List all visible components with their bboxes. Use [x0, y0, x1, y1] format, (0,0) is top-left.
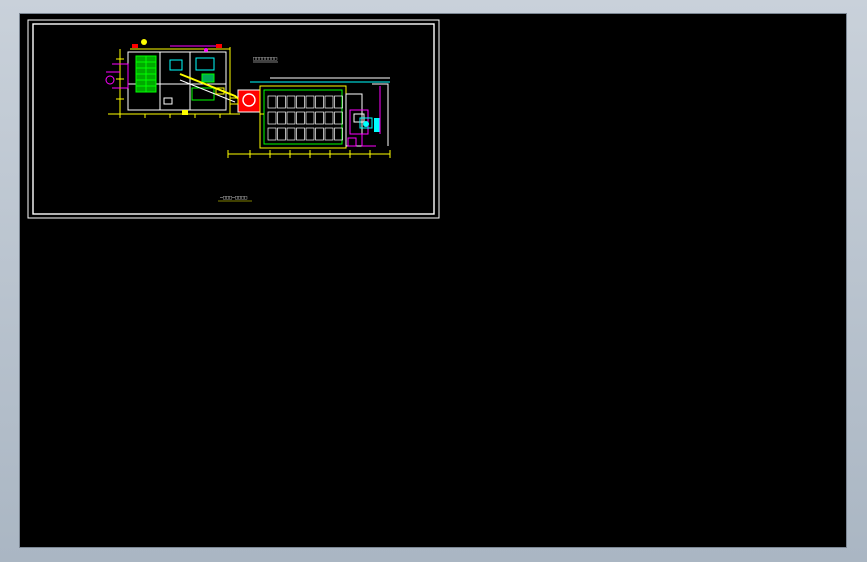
tank-cell — [324, 95, 334, 109]
right-side-equipment — [347, 83, 389, 147]
tank-cell — [324, 127, 334, 141]
red-head-unit — [229, 89, 261, 113]
tank-cell — [315, 95, 324, 109]
tank-cell — [305, 127, 315, 141]
model-space-viewport[interactable]: □□□□□□□□ —□□□—□□□□ — [20, 14, 846, 547]
tank-cell — [305, 95, 315, 109]
tank-cell — [296, 127, 305, 141]
tank-cell — [267, 111, 277, 125]
tank-cell-grid — [267, 95, 343, 141]
tank-cell — [296, 111, 305, 125]
cad-drawing-canvas[interactable]: □□□□□□□□ —□□□—□□□□ — [20, 14, 846, 547]
tank-cell — [334, 95, 343, 109]
tank-cell — [286, 95, 296, 109]
tank-cell — [286, 111, 296, 125]
tank-cell — [315, 111, 324, 125]
drawing-title-mark: □□□□□□□□ — [253, 56, 277, 62]
tank-cell — [324, 111, 334, 125]
plan-caption: —□□□—□□□□ — [220, 195, 247, 201]
tank-cell — [277, 127, 286, 141]
tank-cell — [296, 95, 305, 109]
tank-cell — [315, 127, 324, 141]
tank-cell — [267, 127, 277, 141]
sheet-inner-border — [32, 23, 435, 215]
tank-cell — [267, 95, 277, 109]
left-building-plan — [105, 39, 240, 118]
tank-cell — [305, 111, 315, 125]
tank-cell — [286, 127, 296, 141]
tank-cell — [334, 127, 343, 141]
tank-cell — [277, 111, 286, 125]
tank-cell — [277, 95, 286, 109]
tank-cell — [334, 111, 343, 125]
